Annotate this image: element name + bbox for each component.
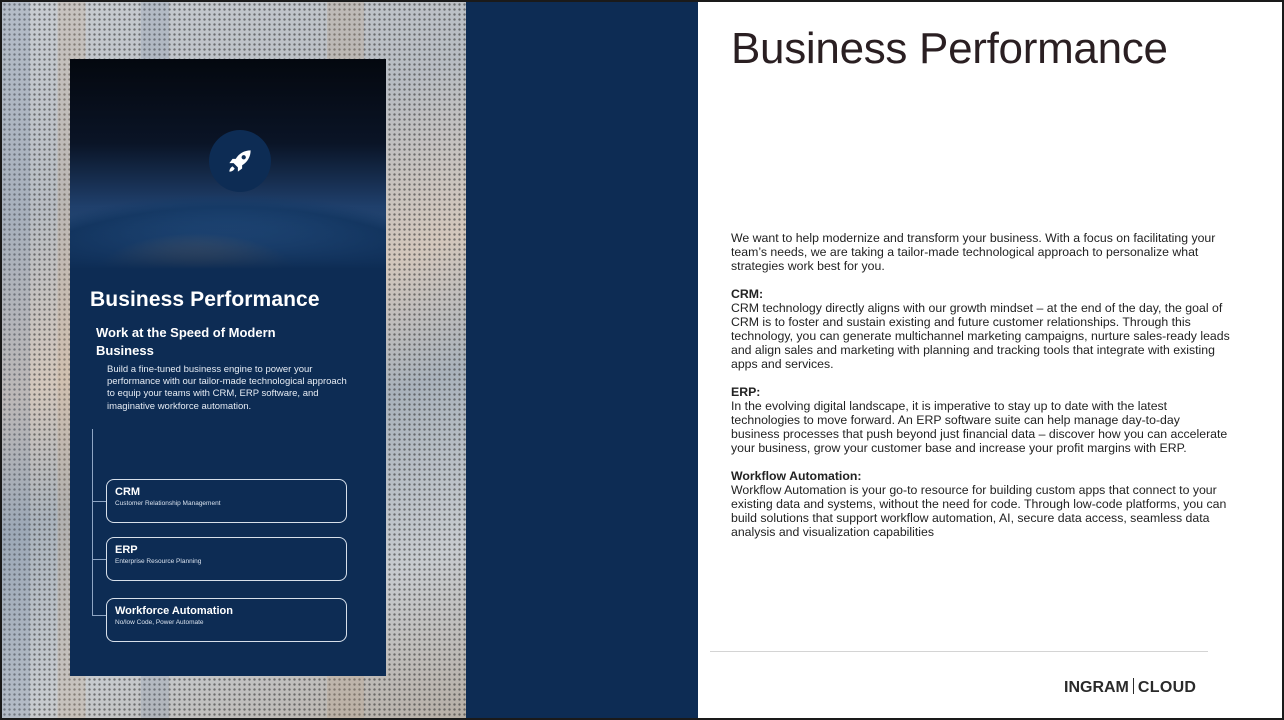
section-erp: ERP: In the evolving digital landscape, … bbox=[731, 385, 1231, 455]
intro-paragraph: We want to help modernize and transform … bbox=[731, 231, 1216, 273]
section-workflow-automation: Workflow Automation: Workflow Automation… bbox=[731, 469, 1231, 539]
brochure-item-subtitle: Customer Relationship Management bbox=[115, 500, 221, 507]
footer-divider bbox=[710, 651, 1208, 652]
brochure-item-crm: CRM Customer Relationship Management bbox=[106, 479, 347, 523]
section-text: Workflow Automation is your go-to resour… bbox=[731, 483, 1227, 539]
section-text: CRM technology directly aligns with our … bbox=[731, 301, 1230, 371]
section-heading: Workflow Automation: bbox=[731, 469, 862, 483]
connector-tick bbox=[92, 615, 106, 616]
page-title: Business Performance bbox=[731, 24, 1168, 73]
logo-text-left: INGRAM bbox=[1064, 679, 1129, 696]
connector-tick bbox=[92, 559, 106, 560]
logo-separator bbox=[1132, 678, 1134, 694]
brochure-item-title: ERP bbox=[115, 544, 138, 556]
connector-tick bbox=[92, 501, 106, 502]
brochure-title: Business Performance bbox=[90, 288, 320, 311]
brochure-item-subtitle: Enterprise Resource Planning bbox=[115, 558, 202, 565]
section-text: In the evolving digital landscape, it is… bbox=[731, 399, 1228, 455]
content-body: We want to help modernize and transform … bbox=[731, 231, 1231, 553]
section-heading: ERP: bbox=[731, 385, 761, 399]
brochure-item-title: Workforce Automation bbox=[115, 605, 233, 617]
brochure-item-subtitle: No/low Code, Power Automate bbox=[115, 619, 204, 626]
brochure-item-workforce-automation: Workforce Automation No/low Code, Power … bbox=[106, 598, 347, 642]
slide: Business Performance Work at the Speed o… bbox=[0, 0, 1284, 720]
brochure-item-title: CRM bbox=[115, 486, 141, 498]
brochure-subtitle: Work at the Speed of Modern Business bbox=[96, 325, 276, 358]
navy-band bbox=[466, 2, 698, 718]
brochure-body: Build a fine-tuned business engine to po… bbox=[107, 364, 347, 412]
brochure-item-erp: ERP Enterprise Resource Planning bbox=[106, 537, 347, 581]
rocket-icon bbox=[209, 130, 271, 192]
brochure-image: Business Performance Work at the Speed o… bbox=[70, 59, 386, 676]
connector-line bbox=[92, 429, 93, 615]
section-heading: CRM: bbox=[731, 287, 764, 301]
ingram-cloud-logo: INGRAM CLOUD bbox=[1064, 678, 1196, 697]
section-crm: CRM: CRM technology directly aligns with… bbox=[731, 287, 1231, 371]
logo-text-right: CLOUD bbox=[1137, 679, 1197, 696]
